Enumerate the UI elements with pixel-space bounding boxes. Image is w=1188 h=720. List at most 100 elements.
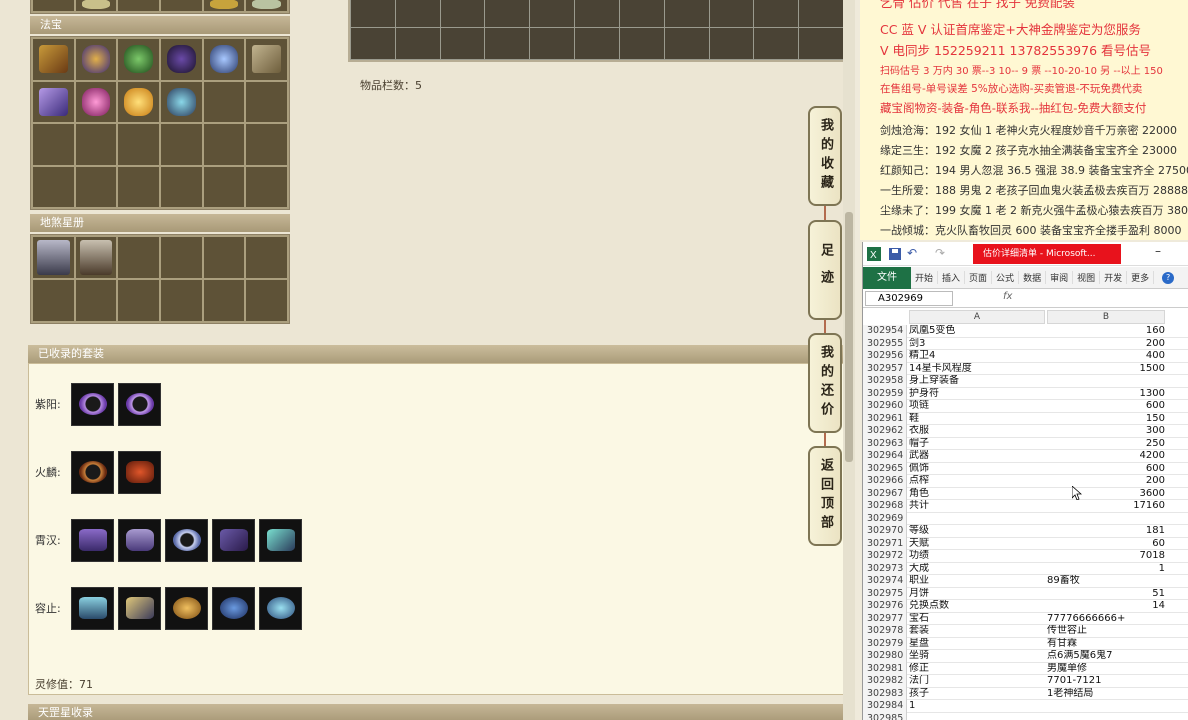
table-row[interactable]: 302955 剑3 200: [863, 337, 1188, 350]
table-row[interactable]: 302962 衣服 300: [863, 425, 1188, 438]
item-slot[interactable]: [246, 0, 287, 11]
row-number[interactable]: 302978: [863, 625, 907, 638]
item-slot[interactable]: [75, 0, 117, 11]
file-tab[interactable]: 文件: [863, 266, 911, 289]
row-number[interactable]: 302958: [863, 375, 907, 388]
row-number[interactable]: 302961: [863, 412, 907, 425]
item-bar-slot[interactable]: [485, 0, 530, 27]
cell-b[interactable]: 男魔单修: [1047, 663, 1165, 676]
necklace-icon[interactable]: [71, 450, 114, 494]
cell-b[interactable]: 7701-7121: [1047, 675, 1165, 688]
amulet-icon[interactable]: [118, 450, 161, 494]
fabao-slot[interactable]: [118, 39, 159, 80]
item-bar-slot[interactable]: [485, 27, 530, 59]
item-bar-slot[interactable]: [351, 0, 395, 27]
row-number[interactable]: 302954: [863, 325, 907, 338]
table-row[interactable]: 302976 兑换点数 14: [863, 600, 1188, 613]
robe-icon[interactable]: [71, 518, 114, 562]
cell-a[interactable]: 星盘: [909, 638, 1045, 651]
star-card-slot[interactable]: [118, 280, 159, 321]
item-bar-slot[interactable]: [395, 27, 440, 59]
fabao-slot[interactable]: [203, 166, 245, 207]
item-bar-slot[interactable]: [664, 27, 709, 59]
item-bar-slot[interactable]: [440, 27, 485, 59]
table-row[interactable]: 302980 坐骑 点6满5魔6鬼7: [863, 650, 1188, 663]
item-bar-slot[interactable]: [530, 27, 575, 59]
row-number[interactable]: 302983: [863, 687, 907, 700]
armor-icon[interactable]: [212, 586, 255, 630]
ribbon-tab[interactable]: 数据: [1019, 271, 1047, 284]
cell-a[interactable]: 兑换点数: [909, 600, 1045, 613]
item-bar-slot[interactable]: [754, 0, 799, 27]
cell-b[interactable]: 89畜牧: [1047, 575, 1165, 588]
row-number[interactable]: 302967: [863, 487, 907, 500]
row-number[interactable]: 302956: [863, 350, 907, 363]
fabao-slot[interactable]: [118, 124, 159, 165]
item-bar-slot[interactable]: [664, 0, 709, 27]
table-row[interactable]: 302966 点榨 200: [863, 475, 1188, 488]
star-card-slot[interactable]: [246, 280, 287, 321]
cell-b[interactable]: 4200: [1047, 450, 1165, 463]
cell-b[interactable]: 160: [1047, 325, 1165, 338]
column-header-b[interactable]: B: [1047, 310, 1165, 324]
cell-a[interactable]: 身上穿装备: [909, 375, 1045, 388]
nav-back-to-top[interactable]: 返回顶部: [808, 446, 842, 546]
nav-footprints[interactable]: 足迹: [808, 220, 842, 320]
table-row[interactable]: 302972 功绩 7018: [863, 550, 1188, 563]
ribbon-tab[interactable]: 页面: [965, 271, 993, 284]
cell-b[interactable]: 250: [1047, 438, 1165, 451]
row-number[interactable]: 302959: [863, 387, 907, 400]
cell-b[interactable]: 3600: [1047, 488, 1165, 501]
star-card-slot[interactable]: [75, 237, 117, 278]
cell-b[interactable]: 150: [1047, 413, 1165, 426]
fabao-slot[interactable]: [75, 81, 117, 122]
cell-b[interactable]: 181: [1047, 525, 1165, 538]
item-bar-slot[interactable]: [799, 27, 843, 59]
cell-b[interactable]: 77776666666+: [1047, 613, 1165, 626]
row-number[interactable]: 302970: [863, 525, 907, 538]
cell-a[interactable]: 功绩: [909, 550, 1045, 563]
nav-my-favorites[interactable]: 我的收藏: [808, 106, 842, 206]
row-number[interactable]: 302971: [863, 537, 907, 550]
cell-a[interactable]: 14星卡风程度: [909, 363, 1045, 376]
redo-icon[interactable]: ↷: [935, 246, 945, 260]
row-number[interactable]: 302985: [863, 712, 907, 720]
table-row[interactable]: 302958 身上穿装备: [863, 375, 1188, 388]
item-bar-slot[interactable]: [575, 27, 619, 59]
ring-icon[interactable]: [118, 382, 161, 426]
scroll-thumb[interactable]: [845, 212, 853, 462]
item-bar-slot[interactable]: [619, 27, 664, 59]
star-card-slot[interactable]: [246, 237, 287, 278]
cell-b[interactable]: 1: [1047, 563, 1165, 576]
fabao-slot[interactable]: [203, 39, 245, 80]
cell-a[interactable]: 精卫4: [909, 350, 1045, 363]
fabao-slot[interactable]: [33, 81, 74, 122]
cell-a[interactable]: 等级: [909, 525, 1045, 538]
help-icon[interactable]: ?: [1162, 271, 1175, 284]
cell-a[interactable]: 衣服: [909, 425, 1045, 438]
cell-b[interactable]: 60: [1047, 538, 1165, 551]
row-number[interactable]: 302965: [863, 462, 907, 475]
cell-b[interactable]: 有甘霖: [1047, 638, 1165, 651]
cell-b[interactable]: 600: [1047, 463, 1165, 476]
ribbon-tab[interactable]: 插入: [938, 271, 966, 284]
cell-a[interactable]: 项链: [909, 400, 1045, 413]
item-bar-slot[interactable]: [709, 0, 754, 27]
fx-icon[interactable]: fx: [1003, 291, 1012, 302]
table-row[interactable]: 302961 鞋 150: [863, 412, 1188, 426]
row-number[interactable]: 302960: [863, 400, 907, 413]
cell-a[interactable]: 武器: [909, 450, 1045, 463]
table-row[interactable]: 302973 大成 1: [863, 562, 1188, 576]
fabao-slot[interactable]: [246, 124, 287, 165]
cell-b[interactable]: 传世容止: [1047, 625, 1165, 638]
table-row[interactable]: 302969: [863, 512, 1188, 525]
row-number[interactable]: 302979: [863, 637, 907, 650]
item-slot[interactable]: [33, 0, 74, 11]
row-number[interactable]: 302955: [863, 337, 907, 350]
fabao-slot[interactable]: [246, 81, 287, 122]
cell-a[interactable]: 修正: [909, 663, 1045, 676]
cell-a[interactable]: 共计: [909, 500, 1045, 513]
cell-b[interactable]: 600: [1047, 400, 1165, 413]
ribbon-tab[interactable]: 开始: [911, 271, 939, 284]
star-card-slot[interactable]: [75, 280, 117, 321]
